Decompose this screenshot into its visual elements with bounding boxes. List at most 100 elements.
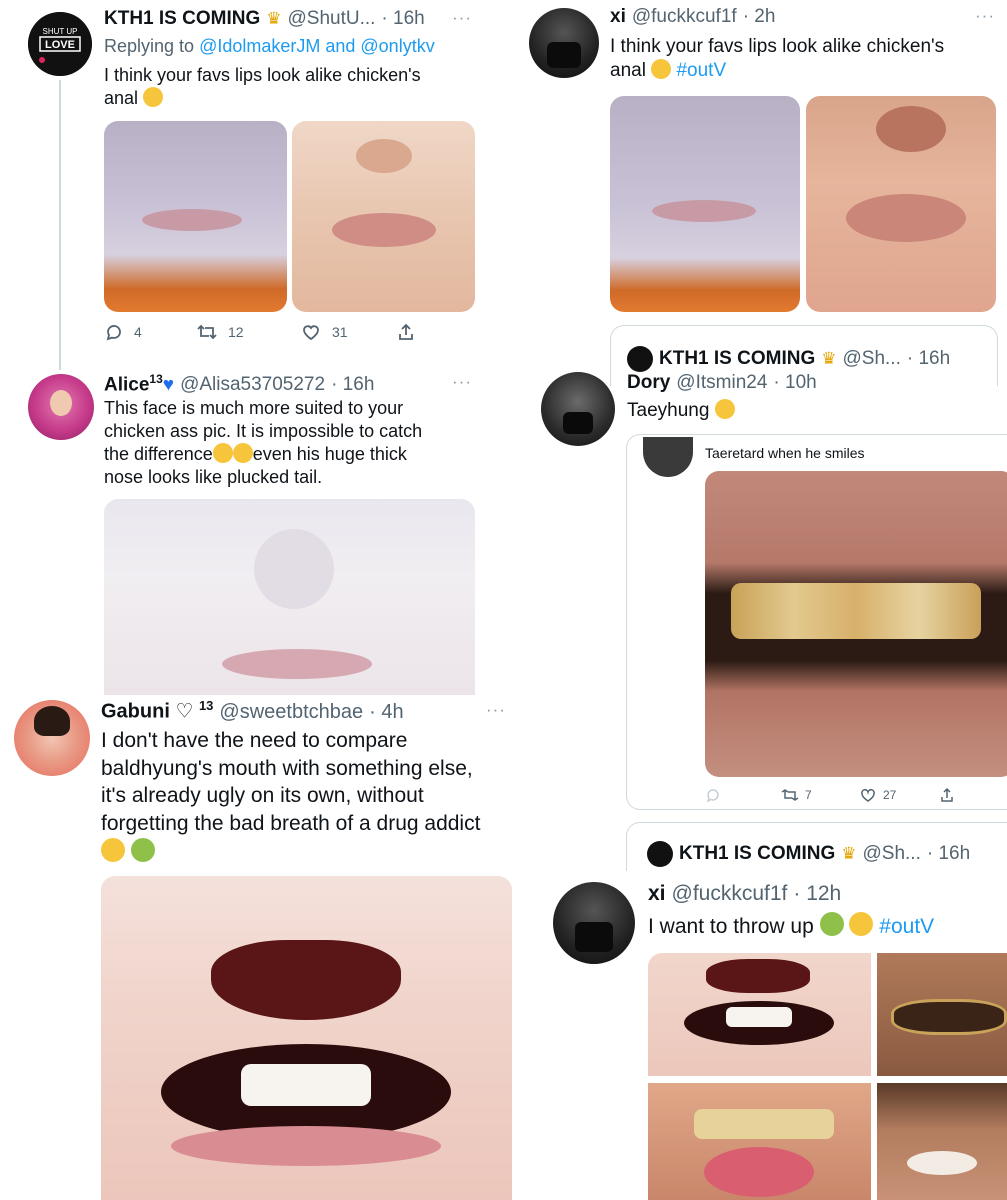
share-button[interactable] [396,322,416,342]
avatar[interactable] [529,8,599,78]
rofl-emoji-icon [651,58,672,79]
user-handle[interactable]: @fuckkcuf1f [672,882,788,906]
user-handle[interactable]: @sweetbtchbae [219,701,363,724]
avatar-logo-image: SHUT UP LOVE [28,12,92,76]
joy-emoji-icon [714,399,735,419]
display-name: KTH1 IS COMING [679,843,836,864]
tweet-text: This face is much more suited to your ch… [104,398,423,488]
hashtag-link[interactable]: #outV [676,60,726,81]
media-image-top-right[interactable] [877,953,1007,1076]
more-options-icon[interactable]: ··· [975,6,995,26]
share-button[interactable] [939,787,955,803]
tweet-text: I want to throw up #outV [648,912,934,940]
thread-line [59,80,61,370]
media-image-bottom-right[interactable] [877,1083,1007,1200]
like-button[interactable]: 31 [300,322,396,342]
media-image-bottom-left[interactable] [648,1083,871,1200]
heart-icon [861,788,875,802]
avatar[interactable] [553,882,635,964]
like-button[interactable]: 27 [859,787,939,803]
replying-label: Replying to [104,36,195,56]
display-name[interactable]: Dory [627,372,670,394]
media-image-left[interactable] [610,96,800,312]
nauseated-emoji-icon [819,912,844,936]
timestamp[interactable]: · 16h [331,374,374,396]
avatar [643,437,693,477]
avatar[interactable] [28,374,94,440]
retweet-count: 7 [805,788,812,802]
user-handle[interactable]: @Alisa53705272 [180,374,325,396]
like-count: 27 [883,788,897,802]
nauseated-emoji-icon [130,837,155,862]
media-image-left[interactable] [104,121,287,312]
reply-button[interactable] [705,787,781,803]
display-name[interactable]: KTH1 IS COMING [104,8,260,30]
media-image-right[interactable] [292,121,475,312]
quoted-tweet[interactable]: KTH1 IS COMING ♛ @Sh... · 16h [626,822,1007,871]
tweet-text: I don't have the need to compare baldhyu… [101,727,521,867]
display-name[interactable]: Alice13♥ [104,372,174,396]
more-options-icon[interactable]: ··· [452,372,472,392]
avatar[interactable]: SHUT UP LOVE [28,12,92,76]
avatar [627,346,653,372]
tweet-text: Taeyhung [627,399,735,423]
tweet-text: I think your favs lips look alike chicke… [104,65,421,108]
retweet-count: 12 [228,324,244,340]
rofl-emoji-icon [143,86,164,107]
heart-icon [303,325,319,341]
avatar [647,841,673,867]
crying-emoji-icon [101,837,125,862]
retweet-button[interactable]: 12 [196,322,300,342]
like-count: 31 [332,324,348,340]
reply-icon [106,325,121,341]
user-handle[interactable]: @fuckkcuf1f [632,6,737,28]
quote-text: Taeretard when he smiles [705,445,865,461]
retweet-icon [781,789,799,801]
reply-button[interactable]: 4 [104,322,196,342]
retweet-icon [197,324,217,340]
media-image-right[interactable] [806,96,996,312]
share-icon [399,323,413,340]
timestamp: · 16h [926,843,971,864]
timestamp: · 16h [906,348,951,369]
quoted-tweet[interactable]: Taeretard when he smiles 7 27 [626,434,1007,810]
avatar[interactable] [14,700,90,776]
retweet-button[interactable]: 7 [781,787,859,803]
display-name[interactable]: xi [648,882,666,906]
display-name[interactable]: Gabuni ♡ 13 [101,698,213,724]
media-image-top-left[interactable] [648,953,871,1076]
svg-text:LOVE: LOVE [45,39,75,51]
timestamp[interactable]: · 4h [369,701,403,724]
user-handle: @Sh... [862,843,921,864]
more-options-icon[interactable]: ··· [452,8,472,28]
svg-text:SHUT UP: SHUT UP [43,27,78,36]
display-name: KTH1 IS COMING [659,348,816,369]
avatar[interactable] [541,372,615,446]
timestamp[interactable]: · 10h [773,372,816,394]
timestamp[interactable]: · 16h [381,8,424,30]
tweet-actions: 4 12 31 [104,322,416,342]
replying-to-link[interactable]: @IdolmakerJM and @onlytkv [199,36,435,57]
timestamp[interactable]: · 2h [743,6,776,28]
tweet-actions: 7 27 [705,787,955,803]
user-handle: @Sh... [842,348,901,369]
user-handle[interactable]: @Itsmin24 [676,372,767,394]
media-image[interactable] [104,499,475,695]
blue-heart-icon: ♥ [162,374,175,396]
crown-emoji-icon: ♛ [266,9,282,28]
reply-count: 4 [134,324,142,340]
display-name[interactable]: xi [610,6,626,28]
crown-emoji-icon: ♛ [841,844,857,863]
share-icon [941,787,953,802]
timestamp[interactable]: · 12h [793,882,841,906]
more-options-icon[interactable]: ··· [486,700,506,720]
user-handle[interactable]: @ShutU... [287,8,375,30]
hashtag-link[interactable]: #outV [879,915,934,938]
tweet-text: I think your favs lips look alike chicke… [610,36,945,81]
vomiting-emoji-icon [849,912,874,936]
media-image[interactable] [101,876,512,1200]
heart-outline-icon: ♡ [175,700,194,723]
joy-emoji-icon [212,443,233,464]
media-image[interactable] [705,471,1007,777]
joy-emoji-icon [232,443,253,464]
